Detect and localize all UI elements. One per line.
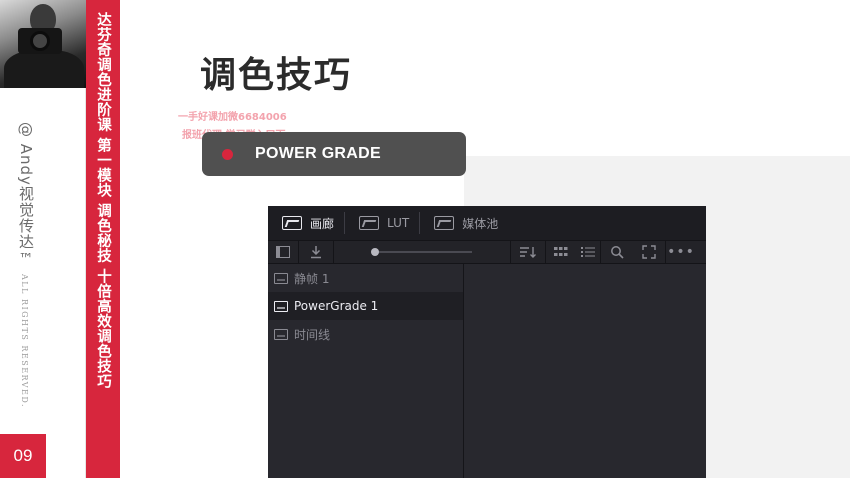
media-pool-icon <box>434 216 455 230</box>
rights-notice: ALL RIGHTS RESERVED. <box>20 274 29 409</box>
tab-lut-label: LUT <box>387 216 410 230</box>
album-label: 静帧 1 <box>294 271 330 286</box>
page-title: 调色技巧 <box>200 55 353 96</box>
grid-view-icon <box>554 247 568 256</box>
stills-viewer <box>465 264 706 478</box>
fullscreen-button[interactable] <box>633 241 665 263</box>
album-label: 时间线 <box>294 327 331 342</box>
album-item-timeline[interactable]: 时间线 <box>268 320 463 348</box>
page-number: 09 <box>0 434 46 478</box>
lut-icon <box>359 216 380 230</box>
slide: @ Andy视觉传达™ ALL RIGHTS RESERVED. 09 达芬奇调… <box>0 0 850 478</box>
panel-toggle-icon <box>276 246 290 258</box>
left-column: @ Andy视觉传达™ ALL RIGHTS RESERVED. 09 <box>0 0 86 478</box>
bullet-dot-icon <box>222 148 233 160</box>
album-item-stills[interactable]: 静帧 1 <box>268 264 463 292</box>
search-button[interactable] <box>601 241 633 263</box>
search-icon <box>611 246 624 259</box>
author-credit: @ Andy视觉传达™ <box>17 122 35 269</box>
import-icon <box>311 246 321 259</box>
tab-media-pool-label: 媒体池 <box>462 216 499 231</box>
timeline-album-icon <box>274 328 288 340</box>
tab-lut[interactable]: LUT <box>345 206 419 240</box>
slider-track <box>371 248 472 256</box>
more-options-icon: ••• <box>667 244 695 260</box>
tab-gallery[interactable]: 画廊 <box>268 206 344 240</box>
watermark-line-1: 一手好课加微6684006 <box>178 112 287 123</box>
list-view-icon <box>581 247 595 257</box>
thumbnail-size-slider[interactable] <box>334 248 510 256</box>
album-label: PowerGrade 1 <box>294 299 379 313</box>
stills-album-icon <box>274 272 288 284</box>
more-options-button[interactable]: ••• <box>666 241 696 263</box>
sort-icon <box>520 247 536 258</box>
sort-button[interactable] <box>511 241 545 263</box>
import-button[interactable] <box>299 241 333 263</box>
powergrade-album-icon <box>274 300 288 312</box>
gallery-tabs: 画廊 LUT 媒体池 <box>268 206 706 240</box>
series-title: 达芬奇调色进阶课 第一模块 调色秘技 十倍高效调色技巧 <box>95 12 111 389</box>
gallery-toolbar: ••• <box>268 240 706 264</box>
panel-toggle-button[interactable] <box>268 241 298 263</box>
series-band: 达芬奇调色进阶课 第一模块 调色秘技 十倍高效调色技巧 <box>86 0 120 478</box>
slider-knob[interactable] <box>371 248 379 256</box>
album-item-powergrade[interactable]: PowerGrade 1 <box>268 292 463 320</box>
section-label-pill: POWER GRADE <box>202 132 466 176</box>
tab-media-pool[interactable]: 媒体池 <box>420 206 508 240</box>
list-view-button[interactable] <box>576 241 600 263</box>
album-list: 静帧 1 PowerGrade 1 时间线 <box>268 264 464 478</box>
section-label: POWER GRADE <box>255 145 381 162</box>
gallery-panel: 画廊 LUT 媒体池 ••• 静帧 1 PowerGrade 1 时间线 <box>268 206 706 478</box>
tab-gallery-label: 画廊 <box>310 216 335 231</box>
grid-view-button[interactable] <box>546 241 576 263</box>
fullscreen-icon <box>642 245 656 259</box>
avatar <box>0 0 86 88</box>
gallery-icon <box>282 216 302 230</box>
